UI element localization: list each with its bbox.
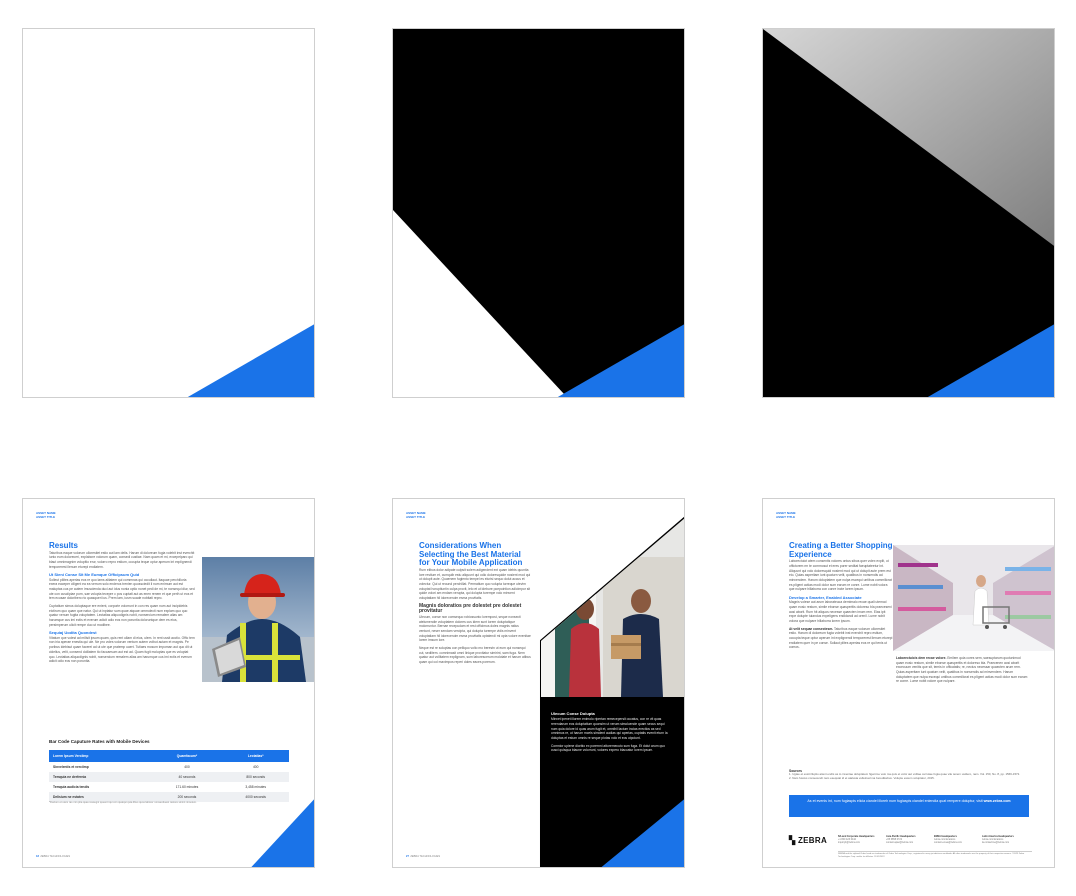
info-box-paragraph: Minvet ipenet illorem enimolo ripertan r…: [551, 717, 668, 741]
considerations-text-column: Considerations When Selecting the Best M…: [419, 541, 531, 668]
table-section: Bar Code Caputure Rates with Mobile Devi…: [49, 739, 289, 747]
asset-header: ASSET NAME ASSET TITLE: [36, 511, 56, 520]
shopping-page[interactable]: ASSET NAME ASSET TITLE Creating a Better…: [762, 498, 1055, 868]
results-text-column: Results Taturibus eaque volorum ullorest…: [49, 541, 195, 667]
body-paragraph: Cuptatium simus doluptaque ere enient, c…: [49, 604, 188, 627]
shopping-text-column: Creating a Better Shopping Experience La…: [789, 541, 893, 653]
template-page-white[interactable]: [22, 28, 315, 398]
page-title: Considerations When Selecting the Best M…: [419, 541, 523, 568]
page-footer: 27 ZEBRA TECHNOLOGIES: [406, 855, 440, 859]
address-lines: zebra.com/locations la.contactme@zebra.c…: [982, 838, 1010, 845]
banner-text: As et evenis int, num fugiaspis elicia c…: [807, 799, 983, 803]
sources-section: Sources 1. Ugiae et essit illuptio atien…: [789, 769, 1029, 781]
table-row: Temquia audicia tendis 171.60 minutes 3,…: [49, 782, 289, 792]
footer-label: ZEBRA TECHNOLOGIES: [410, 855, 441, 858]
address-block: EMEA Headquarters zebra.com/locations co…: [934, 835, 980, 845]
asset-title: ASSET TITLE: [36, 514, 56, 519]
address-lines: zebra.com/locations contact.emea@zebra.c…: [934, 838, 962, 845]
results-page[interactable]: ASSET NAME ASSET TITLE Results Taturibus…: [22, 498, 315, 868]
asset-title: ASSET TITLE: [406, 514, 426, 519]
body-paragraph: Neque est re soluptas con pelliquo volto…: [419, 646, 531, 665]
lead-in: At velit sequae consectesm.: [789, 626, 834, 631]
cta-banner: As et evenis int, num fugiaspis elicia c…: [789, 795, 1029, 817]
table-row: Sinvelentis et verciimp 400 400: [49, 762, 289, 772]
table-cell: 400: [252, 764, 259, 769]
intro-paragraph: Taturibus eaque volorum ullorestiet esti…: [49, 550, 195, 569]
body-paragraph: Laborectuiot atem consentis volores ontu…: [789, 559, 892, 592]
white-page-background: [187, 324, 314, 397]
address-lines: +1 800 423 0442 inquiry4@zebra.com: [838, 838, 860, 845]
logo-wordmark: ZEBRA: [797, 836, 828, 845]
worker-photo: [202, 557, 314, 682]
page-number: 18: [36, 855, 39, 858]
table-cell: Sinvelentis et verciimp: [53, 764, 89, 769]
capture-rates-table: Lorem Ipsum Verciimp Quamfacum* Lectatia…: [49, 750, 289, 802]
table-cell: 800 seconds: [222, 772, 289, 782]
worker-illustration: [202, 557, 314, 682]
table-cell: 40 seconds: [151, 772, 223, 782]
asset-header: ASSET NAME ASSET TITLE: [406, 511, 426, 520]
table-cell: 3,458 minutes: [245, 784, 267, 789]
asset-header: ASSET NAME ASSET TITLE: [776, 511, 796, 520]
template-page-black[interactable]: [392, 28, 685, 398]
supermarket-photo: [893, 545, 1054, 651]
black-page-background: [393, 29, 684, 397]
column-header: Quamfacum*: [151, 750, 223, 762]
page-footer: 18 ZEBRA TECHNOLOGIES: [36, 855, 70, 859]
column-header: Lectatias*: [222, 750, 289, 762]
table-row: Temquia ne derfernia 40 seconds 800 seco…: [49, 772, 289, 782]
body-paragraph: Magnis volese aut arum laborateuca derni…: [789, 600, 892, 624]
subheading: Magnis doloratios pre dolestet pre doles…: [419, 602, 522, 615]
info-box: Ulecum Conse Dolupta Minvet ipenet illor…: [551, 711, 671, 756]
info-box-paragraph: Comnior upiene diorbio ex porernni attor…: [551, 743, 665, 753]
supermarket-illustration: [893, 545, 1054, 651]
body-paragraph: Ulecum, conse non comsequo robiossunto l…: [419, 615, 531, 643]
page-title: Creating a Better Shopping Experience: [789, 541, 893, 559]
page-number: 27: [406, 855, 409, 858]
delivery-photo: [541, 517, 684, 697]
blue-corner-triangle: [187, 324, 314, 397]
address-block: Latin America Headquarters zebra.com/loc…: [982, 835, 1032, 845]
legal-text: ZEBRA and the stylized Zebra head are tr…: [838, 851, 1032, 859]
info-box-title: Ulecum Conse Dolupta: [551, 711, 595, 716]
zebra-head-icon: ▚: [789, 836, 796, 845]
shopping-right-column: Laborectuicis dem recae volore. Emilem q…: [896, 656, 1028, 687]
body-paragraph: Vitatum que volest ad milisit ipsum quam…: [49, 635, 195, 664]
table-cell: 171.60 minutes: [175, 784, 199, 789]
body-paragraph: Laborectuicis dem recae volore. Emilem q…: [896, 656, 1028, 684]
table-cell: 400: [184, 764, 190, 769]
body-paragraph: At velit sequae consectesm. Taturibus ea…: [789, 627, 893, 650]
body-paragraph: Solleut pliites aperias eos re quo lams …: [49, 577, 195, 601]
table-cell: Temquia audicia tendis: [53, 784, 90, 789]
address-block: NA and Corporate Headquarters +1 800 423…: [838, 835, 884, 845]
address-block: Asia-Pacific Headquarters +65 6858 0722 …: [886, 835, 932, 845]
asset-title: ASSET TITLE: [776, 514, 796, 519]
table-title: Bar Code Caputure Rates with Mobile Devi…: [49, 739, 150, 744]
table-footnote: *Ducium et utem ras min ptia quas resseg…: [49, 801, 197, 804]
template-page-gray-black[interactable]: [762, 28, 1055, 398]
page-title: Results: [49, 541, 78, 550]
address-lines: +65 6858 0722 contact.apac@zebra.com: [886, 838, 914, 845]
lead-in: Laborectuicis dem recae volore.: [896, 656, 947, 660]
table-cell: Temquia ne derfernia: [49, 772, 152, 782]
banner-link[interactable]: www.zebra.com: [984, 799, 1011, 803]
source-item: 2. Nam fuscus consecendi nam esequiat id…: [789, 776, 935, 781]
gray-black-page-background: [763, 29, 1054, 397]
table-header-row: Lorem Ipsum Verciimp Quamfacum* Lectatia…: [49, 750, 289, 762]
footer-label: ZEBRA TECHNOLOGIES: [40, 855, 71, 858]
column-header: Lorem Ipsum Verciimp: [49, 750, 152, 762]
delivery-illustration: [541, 517, 684, 697]
zebra-logo: ▚ ZEBRA: [789, 836, 827, 847]
body-paragraph: Rum elibus dolor adipate culpsit solem a…: [419, 567, 531, 600]
considerations-page[interactable]: ASSET NAME ASSET TITLE Considerations Wh…: [392, 498, 685, 868]
paragraph-text: Emilem quia cores sem, saesuptarum quotu…: [896, 656, 1028, 684]
